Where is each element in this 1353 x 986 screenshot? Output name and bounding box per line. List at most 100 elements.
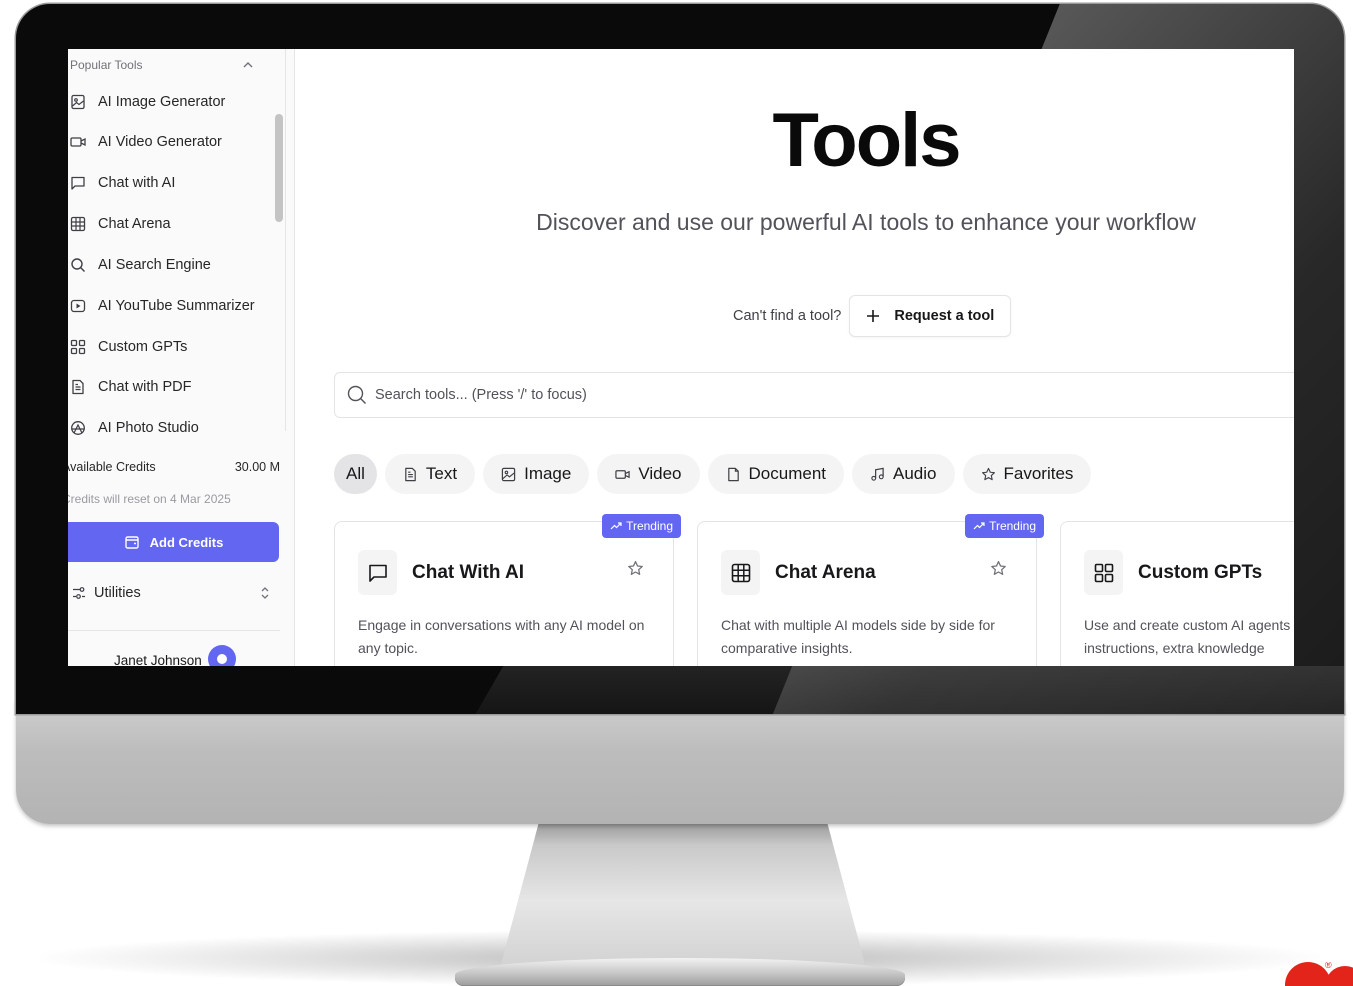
- filter-audio[interactable]: Audio: [852, 454, 955, 494]
- request-prompt: Can't find a tool?: [733, 308, 842, 324]
- chat-bubble-icon: [368, 564, 387, 582]
- filter-label: Favorites: [1003, 464, 1074, 483]
- filter-label: Video: [638, 464, 682, 483]
- sidebar-item-chat-with-ai[interactable]: Chat with AI: [70, 170, 175, 196]
- wallet-icon: [124, 536, 139, 549]
- video-icon: [70, 137, 86, 147]
- utilities-label: Utilities: [94, 585, 141, 601]
- video-icon: [615, 469, 631, 479]
- sidebar-item-custom-gpts[interactable]: Custom GPTs: [70, 334, 187, 360]
- sidebar-item-label: Chat with AI: [98, 175, 176, 191]
- card-description: Use and create custom AI agents that com…: [1084, 617, 1294, 656]
- four-squares-icon: [1094, 563, 1113, 582]
- trending-up-icon: [973, 522, 985, 530]
- card-title: Custom GPTs: [1138, 562, 1263, 583]
- star-icon: [981, 467, 995, 480]
- card-icon-box: [1084, 550, 1123, 595]
- favorite-star-icon[interactable]: [990, 560, 1007, 577]
- request-tool-button[interactable]: Request a tool: [849, 295, 1012, 337]
- favorite-star-icon[interactable]: [627, 560, 644, 577]
- card-icon-box: [358, 550, 397, 595]
- search-icon: [71, 258, 85, 272]
- sidebar-item-label: AI Photo Studio: [98, 420, 199, 436]
- filter-label: All: [346, 464, 365, 483]
- filter-image[interactable]: Image: [483, 454, 590, 494]
- photo-studio-icon: [71, 421, 85, 435]
- sidebar-scrollbar[interactable]: [275, 114, 283, 222]
- chevron-up-icon[interactable]: [242, 59, 254, 71]
- page-subtitle: Discover and use our powerful AI tools t…: [536, 209, 1196, 235]
- grid-icon: [731, 563, 750, 582]
- sidebar-item-label: Custom GPTs: [98, 339, 188, 355]
- sidebar-item-label: AI Search Engine: [98, 257, 211, 273]
- filter-favorites[interactable]: Favorites: [962, 454, 1092, 494]
- filter-label: Document: [748, 464, 827, 483]
- sidebar-item-ai-search-engine[interactable]: AI Search Engine: [70, 252, 211, 278]
- tool-card-chat-with-ai[interactable]: Trending Chat With AI Engage in conversa…: [334, 514, 681, 666]
- sidebar-item-ai-video-generator[interactable]: AI Video Generator: [70, 129, 222, 155]
- trending-badge: Trending: [965, 514, 1044, 538]
- filter-document[interactable]: Document: [707, 454, 845, 494]
- filter-video[interactable]: Video: [597, 454, 700, 494]
- sidebar-item-label: AI Image Generator: [98, 94, 226, 110]
- filter-all[interactable]: All: [334, 454, 377, 494]
- card-title: Chat Arena: [775, 562, 876, 583]
- filter-text[interactable]: Text: [384, 454, 476, 494]
- chevron-up-down-icon: [261, 587, 269, 599]
- category-filters: All Text Image Video Document Audio Favo…: [334, 454, 1092, 494]
- monitor-chin: [16, 700, 1344, 824]
- card-icon-box: [721, 550, 760, 595]
- tool-card-chat-arena[interactable]: Trending Chat Arena Chat with multiple A…: [697, 514, 1044, 666]
- main-content: Tools Discover and use our powerful AI t…: [296, 49, 1294, 666]
- text-doc-icon: [405, 467, 416, 481]
- chat-bubble-icon: [71, 176, 85, 190]
- document-icon: [72, 379, 84, 395]
- card-description: Chat with multiple AI models side by sid…: [721, 617, 995, 656]
- file-icon: [727, 467, 739, 481]
- sidebar-section-title: Popular Tools: [70, 58, 143, 72]
- page-title: Tools: [772, 98, 961, 183]
- monitor-stand-base: [455, 958, 905, 986]
- music-icon: [871, 467, 884, 481]
- sidebar-item-ai-youtube-summarizer[interactable]: AI YouTube Summarizer: [70, 293, 255, 319]
- sidebar-scroll-track: [285, 49, 286, 431]
- trending-badge: Trending: [602, 514, 681, 538]
- sidebar-item-label: Chat with PDF: [98, 379, 192, 395]
- sidebar-item-ai-image-generator[interactable]: AI Image Generator: [70, 89, 225, 115]
- trending-label: Trending: [989, 519, 1036, 533]
- plus-icon: [867, 310, 880, 322]
- avatar[interactable]: [208, 645, 236, 666]
- sidebar-item-label: Chat Arena: [98, 216, 171, 232]
- sidebar-item-ai-photo-studio[interactable]: AI Photo Studio: [70, 415, 199, 441]
- sidebar-item-chat-arena[interactable]: Chat Arena: [70, 211, 171, 237]
- trending-label: Trending: [626, 519, 673, 533]
- sliders-icon: [73, 587, 85, 599]
- sidebar-item-chat-with-pdf[interactable]: Chat with PDF: [70, 374, 191, 400]
- trending-up-icon: [610, 522, 622, 530]
- sidebar-item-label: AI Video Generator: [98, 134, 222, 150]
- grid-icon: [70, 216, 86, 232]
- four-squares-icon: [70, 339, 86, 355]
- search-icon: [347, 385, 366, 404]
- filter-label: Image: [524, 464, 572, 483]
- credits-value: 30.00 M: [234, 460, 280, 474]
- monitor-stand-neck: [500, 818, 866, 968]
- image-icon: [71, 94, 85, 110]
- registered-mark: ®: [1325, 962, 1332, 970]
- screen: Popular Tools AI Image Generator AI Vide…: [68, 49, 1294, 666]
- sidebar-divider: [68, 630, 280, 631]
- search-bar[interactable]: [334, 372, 1294, 418]
- user-name[interactable]: Janet Johnson: [114, 653, 202, 666]
- sidebar: Popular Tools AI Image Generator AI Vide…: [68, 49, 295, 666]
- utilities-toggle[interactable]: Utilities: [72, 583, 272, 603]
- bezel-gloss-low: [468, 666, 1344, 714]
- filter-label: Text: [425, 464, 458, 483]
- request-tool-row: Can't find a tool? Request a tool: [733, 295, 1012, 337]
- youtube-icon: [70, 299, 86, 313]
- card-title: Chat With AI: [412, 562, 525, 583]
- credits-label: Available Credits: [68, 460, 156, 474]
- search-input[interactable]: [375, 387, 775, 403]
- filter-label: Audio: [893, 464, 937, 483]
- add-credits-button[interactable]: Add Credits: [68, 522, 279, 562]
- tool-card-custom-gpts[interactable]: Custom GPTs Use and create custom AI age…: [1060, 521, 1294, 666]
